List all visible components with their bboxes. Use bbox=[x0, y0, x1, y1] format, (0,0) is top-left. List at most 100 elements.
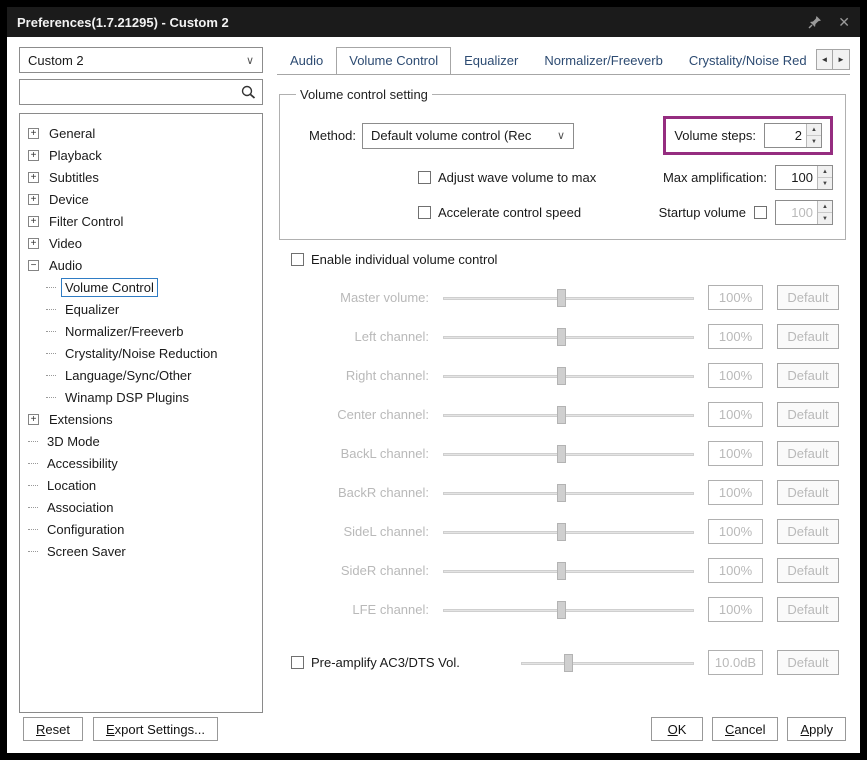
search-input[interactable] bbox=[26, 84, 240, 100]
slider-thumb[interactable] bbox=[556, 366, 566, 385]
adjust-wave-checkbox[interactable] bbox=[418, 171, 431, 184]
expand-icon[interactable]: + bbox=[28, 149, 39, 161]
tab-scroll-left-icon[interactable]: ◄ bbox=[816, 49, 833, 70]
sidebar: Custom 2 ∨ + General + Playback + Subtitles + D… bbox=[19, 47, 263, 713]
preamp-default-button[interactable]: Default bbox=[777, 650, 839, 675]
slider-thumb[interactable] bbox=[556, 600, 566, 619]
tab-audio[interactable]: Audio bbox=[277, 47, 336, 74]
expand-icon[interactable]: + bbox=[28, 127, 39, 139]
tree-item-crystality-noise-reduction[interactable]: Crystality/Noise Reduction bbox=[24, 342, 258, 364]
spin-down-icon[interactable]: ▼ bbox=[818, 178, 832, 189]
channel-default-button[interactable]: Default bbox=[777, 558, 839, 583]
tree-item-playback[interactable]: + Playback bbox=[24, 144, 258, 166]
tree-item-equalizer[interactable]: Equalizer bbox=[24, 298, 258, 320]
tree-item-filter-control[interactable]: + Filter Control bbox=[24, 210, 258, 232]
spin-down-icon[interactable]: ▼ bbox=[807, 136, 821, 147]
tree-item-configuration[interactable]: Configuration bbox=[24, 518, 258, 540]
method-dropdown[interactable]: Default volume control (Rec ∨ bbox=[362, 122, 574, 149]
slider-thumb[interactable] bbox=[556, 522, 566, 541]
expand-icon[interactable]: + bbox=[28, 215, 39, 227]
tree-item-language-sync-other[interactable]: Language/Sync/Other bbox=[24, 364, 258, 386]
slider-thumb[interactable] bbox=[556, 483, 566, 502]
content-panel: Audio Volume Control Equalizer Normalizer/F… bbox=[277, 47, 850, 713]
max-amplification-value: 100 bbox=[791, 170, 813, 185]
collapse-icon[interactable]: − bbox=[28, 259, 39, 271]
expand-icon[interactable]: + bbox=[28, 171, 39, 183]
tab-normalizer-freeverb[interactable]: Normalizer/Freeverb bbox=[531, 47, 675, 74]
slider-thumb[interactable] bbox=[556, 561, 566, 580]
tab-volume-control[interactable]: Volume Control bbox=[336, 47, 452, 74]
search-box[interactable] bbox=[19, 79, 263, 105]
preamp-slider[interactable] bbox=[521, 653, 694, 673]
channel-slider[interactable] bbox=[443, 327, 694, 347]
tree-item-accessibility[interactable]: Accessibility bbox=[24, 452, 258, 474]
spin-up-icon[interactable]: ▲ bbox=[818, 166, 832, 178]
startup-volume-checkbox[interactable] bbox=[754, 206, 767, 219]
apply-button[interactable]: Apply bbox=[787, 717, 846, 741]
tab-scroll-right-icon[interactable]: ► bbox=[833, 49, 850, 70]
tree-item-screen-saver[interactable]: Screen Saver bbox=[24, 540, 258, 562]
slider-thumb[interactable] bbox=[556, 288, 566, 307]
tree-item-device[interactable]: + Device bbox=[24, 188, 258, 210]
export-settings-button[interactable]: Export Settings... bbox=[92, 717, 218, 741]
channel-slider[interactable] bbox=[443, 522, 694, 542]
channel-default-button[interactable]: Default bbox=[777, 363, 839, 388]
expand-icon[interactable]: + bbox=[28, 193, 39, 205]
channel-row-sider-channel: SideR channel: 100% Default bbox=[279, 558, 839, 583]
ok-button[interactable]: OK bbox=[651, 717, 703, 741]
channel-default-button[interactable]: Default bbox=[777, 285, 839, 310]
tree-connector bbox=[28, 484, 38, 486]
tree-item-3d-mode[interactable]: 3D Mode bbox=[24, 430, 258, 452]
max-amplification-spinner[interactable]: 100 ▲ ▼ bbox=[775, 165, 833, 190]
channel-slider[interactable] bbox=[443, 405, 694, 425]
tree-item-label: Device bbox=[49, 191, 89, 207]
channel-default-button[interactable]: Default bbox=[777, 324, 839, 349]
cancel-button[interactable]: Cancel bbox=[712, 717, 779, 741]
enable-individual-checkbox[interactable] bbox=[291, 253, 304, 266]
preamp-checkbox[interactable] bbox=[291, 656, 304, 669]
reset-button[interactable]: Reset bbox=[23, 717, 83, 741]
preset-dropdown[interactable]: Custom 2 ∨ bbox=[19, 47, 263, 73]
tree-item-subtitles[interactable]: + Subtitles bbox=[24, 166, 258, 188]
tab-equalizer[interactable]: Equalizer bbox=[451, 47, 531, 74]
tree-item-video[interactable]: + Video bbox=[24, 232, 258, 254]
tree-item-association[interactable]: Association bbox=[24, 496, 258, 518]
close-icon[interactable]: ✕ bbox=[838, 15, 850, 29]
tree-item-winamp-dsp-plugins[interactable]: Winamp DSP Plugins bbox=[24, 386, 258, 408]
channel-value: 100% bbox=[708, 519, 763, 544]
expand-icon[interactable]: + bbox=[28, 237, 39, 249]
pin-icon[interactable] bbox=[808, 15, 822, 29]
channel-default-button[interactable]: Default bbox=[777, 441, 839, 466]
slider-track bbox=[443, 413, 694, 417]
tree-item-volume-control[interactable]: Volume Control bbox=[24, 276, 258, 298]
channel-slider[interactable] bbox=[443, 600, 694, 620]
channel-default-button[interactable]: Default bbox=[777, 402, 839, 427]
tree-item-normalizer-freeverb[interactable]: Normalizer/Freeverb bbox=[24, 320, 258, 342]
spin-up-icon[interactable]: ▲ bbox=[807, 124, 821, 136]
channel-slider[interactable] bbox=[443, 366, 694, 386]
slider-thumb[interactable] bbox=[556, 327, 566, 346]
tree-item-extensions[interactable]: + Extensions bbox=[24, 408, 258, 430]
channel-default-button[interactable]: Default bbox=[777, 480, 839, 505]
tree-item-label: General bbox=[49, 125, 96, 141]
channel-slider[interactable] bbox=[443, 444, 694, 464]
volume-steps-spinner[interactable]: 2 ▲ ▼ bbox=[764, 123, 822, 148]
channel-default-button[interactable]: Default bbox=[777, 597, 839, 622]
slider-thumb[interactable] bbox=[556, 405, 566, 424]
tree-item-general[interactable]: + General bbox=[24, 122, 258, 144]
preamp-slider-thumb[interactable] bbox=[563, 653, 573, 672]
tree-item-location[interactable]: Location bbox=[24, 474, 258, 496]
tab-crystality-noise-red[interactable]: Crystality/Noise Red bbox=[676, 47, 816, 74]
expand-icon[interactable]: + bbox=[28, 413, 39, 425]
tree-connector bbox=[28, 550, 38, 552]
slider-track bbox=[443, 374, 694, 378]
channel-slider[interactable] bbox=[443, 483, 694, 503]
channel-slider[interactable] bbox=[443, 288, 694, 308]
accelerate-checkbox[interactable] bbox=[418, 206, 431, 219]
channel-slider[interactable] bbox=[443, 561, 694, 581]
tree-item-audio[interactable]: − Audio bbox=[24, 254, 258, 276]
channel-default-button[interactable]: Default bbox=[777, 519, 839, 544]
slider-thumb[interactable] bbox=[556, 444, 566, 463]
channel-row-left-channel: Left channel: 100% Default bbox=[279, 324, 839, 349]
volume-steps-label: Volume steps: bbox=[674, 128, 756, 143]
